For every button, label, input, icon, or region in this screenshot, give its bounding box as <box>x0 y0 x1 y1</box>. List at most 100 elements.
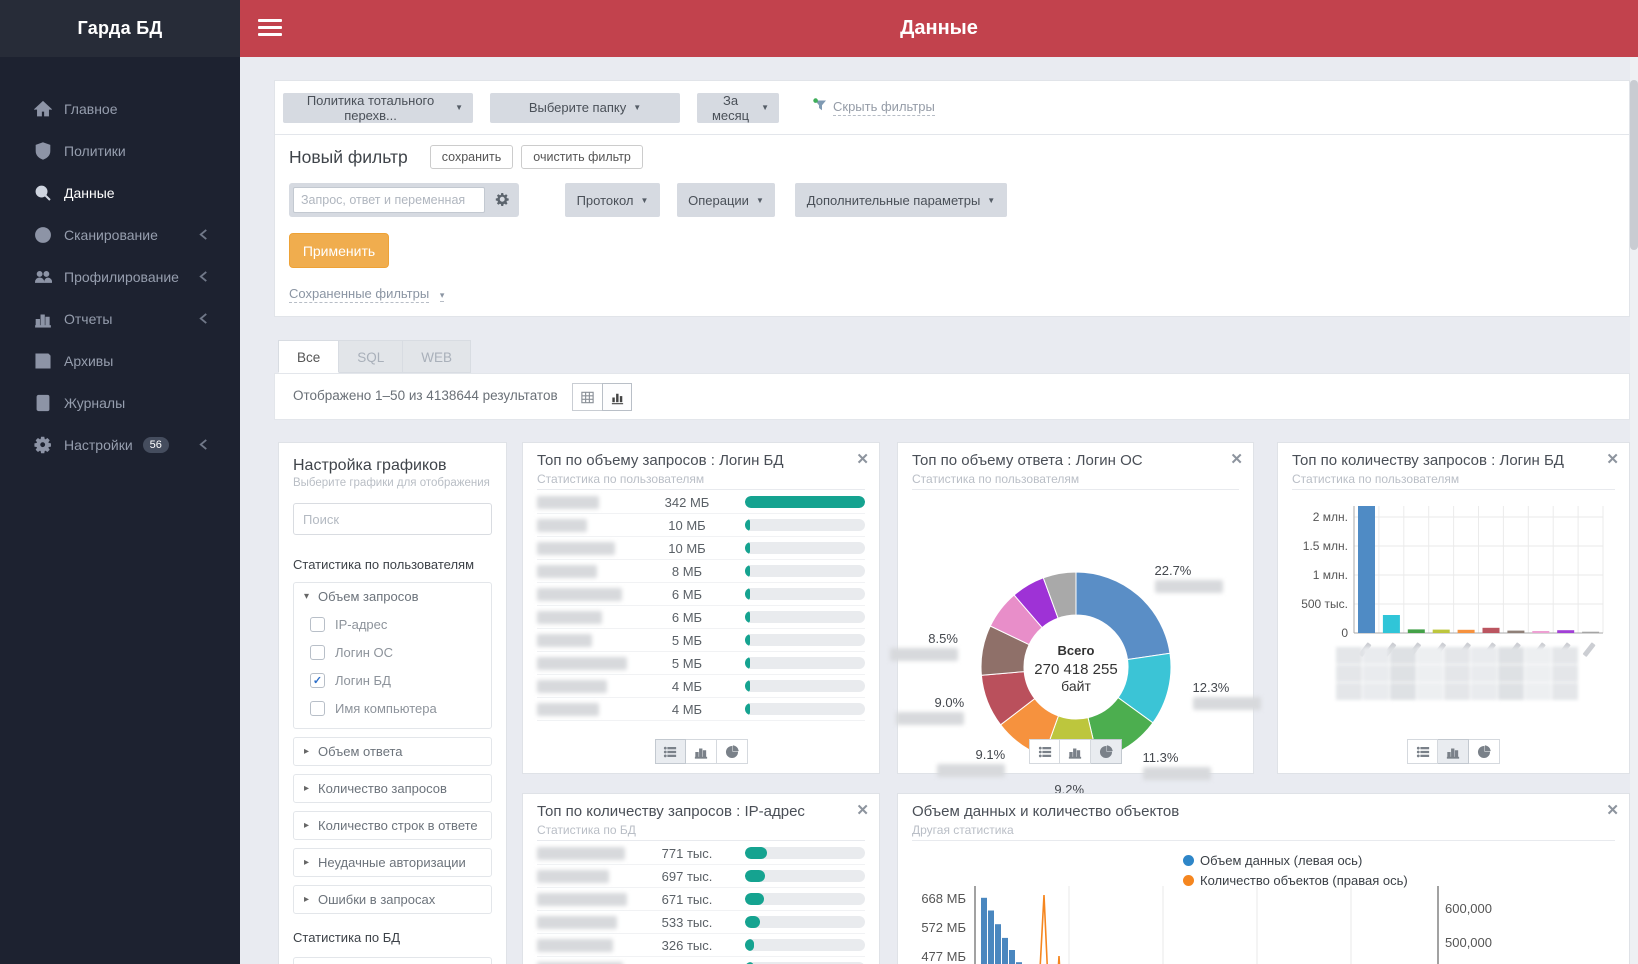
close-icon[interactable]: ✕ <box>856 450 869 468</box>
folder-dropdown[interactable]: Выберите папку ▼ <box>490 92 680 123</box>
list-view-button[interactable] <box>654 739 686 764</box>
card-volume-requests: Топ по объему запросов : Логин БД ✕ Стат… <box>522 442 880 774</box>
redacted-name <box>537 564 597 578</box>
close-icon[interactable]: ✕ <box>1606 450 1619 468</box>
donut-chart: 22.7% 12.3% 11.3% 9.2% 9.1% 9.0% 8.5% Всего 270… <box>889 489 1261 812</box>
close-icon[interactable]: ✕ <box>1606 801 1619 819</box>
divider <box>537 840 865 841</box>
total-label: Всего <box>1057 643 1095 658</box>
apply-button[interactable]: Применить <box>289 233 389 268</box>
settings-group-header[interactable]: ▸ Количество запросов <box>294 775 491 802</box>
table-row: 4 МБ <box>537 698 865 721</box>
app-logo: Гарда БД <box>0 0 240 57</box>
settings-group-header[interactable]: ▸ Неудачные авторизации <box>294 849 491 876</box>
settings-group-cut[interactable] <box>293 957 492 964</box>
bar-view-button[interactable] <box>1060 739 1091 764</box>
settings-group-header[interactable]: ▾ Объем запросов <box>294 583 491 610</box>
pie-view-button[interactable] <box>716 739 748 764</box>
table-row: 342 МБ <box>537 491 865 514</box>
save-filter-button[interactable]: сохранить <box>429 145 514 169</box>
settings-group-header[interactable]: ▸ Ошибки в запросах <box>294 886 491 913</box>
chart-view-button[interactable] <box>602 383 632 411</box>
checkbox-icon[interactable] <box>310 616 325 632</box>
operations-dropdown[interactable]: Операции ▼ <box>677 183 775 217</box>
protocol-dropdown[interactable]: Протокол ▼ <box>565 183 660 217</box>
sidebar-item-1[interactable]: Главное <box>0 88 240 130</box>
redacted-legend <box>1336 647 1579 701</box>
row-bar-fill <box>745 893 765 905</box>
sidebar-item-4[interactable]: Сканирование <box>0 214 240 256</box>
sidebar-item-label: Главное <box>64 101 118 117</box>
divider <box>912 840 1615 841</box>
sidebar-item-label: Отчеты <box>64 311 113 327</box>
page-scrollbar[interactable] <box>1630 57 1638 964</box>
sidebar-item-7[interactable]: Архивы <box>0 340 240 382</box>
settings-search-input[interactable] <box>293 503 492 535</box>
sidebar-item-2[interactable]: Политики <box>0 130 240 172</box>
period-dropdown[interactable]: За месяц ▼ <box>697 92 779 123</box>
checkbox-icon[interactable] <box>310 644 325 660</box>
hamburger-icon[interactable] <box>258 19 282 37</box>
pie-view-button[interactable] <box>1469 739 1500 764</box>
users-icon <box>34 268 53 286</box>
row-bar-track <box>745 519 865 531</box>
saved-filters-link[interactable]: Сохраненные фильтры ▾ <box>289 286 445 303</box>
card-subtitle: Статистика по пользователям <box>537 472 705 486</box>
sidebar-item-3[interactable]: Данные <box>0 172 240 214</box>
chevron-left-icon <box>198 270 210 284</box>
clear-filter-button[interactable]: очистить фильтр <box>521 145 643 169</box>
query-input[interactable] <box>293 187 485 213</box>
journal-icon <box>34 394 52 412</box>
checkbox-option-Логин ОС[interactable]: Логин ОС <box>294 638 491 666</box>
checkbox-option-IP-адрес[interactable]: IP-адрес <box>294 610 491 638</box>
tab-sql[interactable]: SQL <box>339 340 404 373</box>
new-filter-title: Новый фильтр <box>289 146 408 167</box>
scrollbar-thumb[interactable] <box>1630 80 1638 250</box>
checkbox-icon[interactable] <box>310 700 325 716</box>
settings-badge: 56 <box>142 437 169 453</box>
toolbar: Политика тотального перехв... ▼ Выберите… <box>275 81 1629 135</box>
chevron-down-icon: ▾ <box>439 290 445 302</box>
list-view-button[interactable] <box>1407 739 1438 764</box>
gear-icon[interactable] <box>485 191 519 209</box>
row-bar-fill <box>745 542 750 554</box>
close-icon[interactable]: ✕ <box>1230 450 1243 468</box>
tab-все[interactable]: Все <box>278 340 340 373</box>
tab-web[interactable]: WEB <box>403 340 472 373</box>
settings-group-label: Объем ответа <box>318 744 403 759</box>
table-row: 308 тыс. <box>537 957 865 964</box>
page-title: Данные <box>900 17 978 39</box>
pie-view-button[interactable] <box>1091 739 1122 764</box>
table-row: 533 тыс. <box>537 911 865 934</box>
chevron-down-icon: ▼ <box>640 195 649 205</box>
checkbox-checked-icon[interactable]: ✓ <box>310 672 325 688</box>
table-rows: 342 МБ 10 МБ 10 МБ 8 МБ 6 МБ 6 МБ 5 МБ 5 МБ 4 МБ… <box>537 491 865 721</box>
sidebar-item-8[interactable]: Журналы <box>0 382 240 424</box>
row-bar-track <box>745 847 865 859</box>
row-bar-track <box>745 542 865 554</box>
sidebar-item-5[interactable]: Профилирование <box>0 256 240 298</box>
checkbox-option-Логин БД[interactable]: ✓ Логин БД <box>294 666 491 694</box>
settings-group: ▸ Объем ответа <box>293 737 492 766</box>
bar-view-button[interactable] <box>1438 739 1469 764</box>
list-view-button[interactable] <box>1029 739 1060 764</box>
extra-params-dropdown[interactable]: Дополнительные параметры ▼ <box>795 183 1007 217</box>
results-summary: Отображено 1–50 из 4138644 результатов <box>293 388 558 403</box>
table-view-button[interactable] <box>572 383 602 411</box>
pie-pct: 12.3% <box>1192 680 1230 696</box>
table-row: 10 МБ <box>537 537 865 560</box>
option-label: Логин БД <box>335 672 391 688</box>
close-icon[interactable]: ✕ <box>856 801 869 819</box>
checkbox-option-Имя компьютера[interactable]: Имя компьютера <box>294 694 491 722</box>
sidebar-item-9[interactable]: Настройки 56 <box>0 424 240 466</box>
settings-group-header[interactable]: ▸ Объем ответа <box>294 738 491 765</box>
bar-view-button[interactable] <box>685 739 717 764</box>
row-bar-track <box>745 939 865 951</box>
row-bar-fill <box>745 939 755 951</box>
hide-filters-label: Скрыть фильтры <box>833 99 935 116</box>
legend-item: Объем данных (левая ось) <box>1183 850 1408 870</box>
policy-dropdown[interactable]: Политика тотального перехв... ▼ <box>283 92 473 123</box>
sidebar-item-6[interactable]: Отчеты <box>0 298 240 340</box>
hide-filters-link[interactable]: Скрыть фильтры <box>813 97 935 118</box>
settings-group-header[interactable]: ▸ Количество строк в ответе <box>294 812 491 839</box>
